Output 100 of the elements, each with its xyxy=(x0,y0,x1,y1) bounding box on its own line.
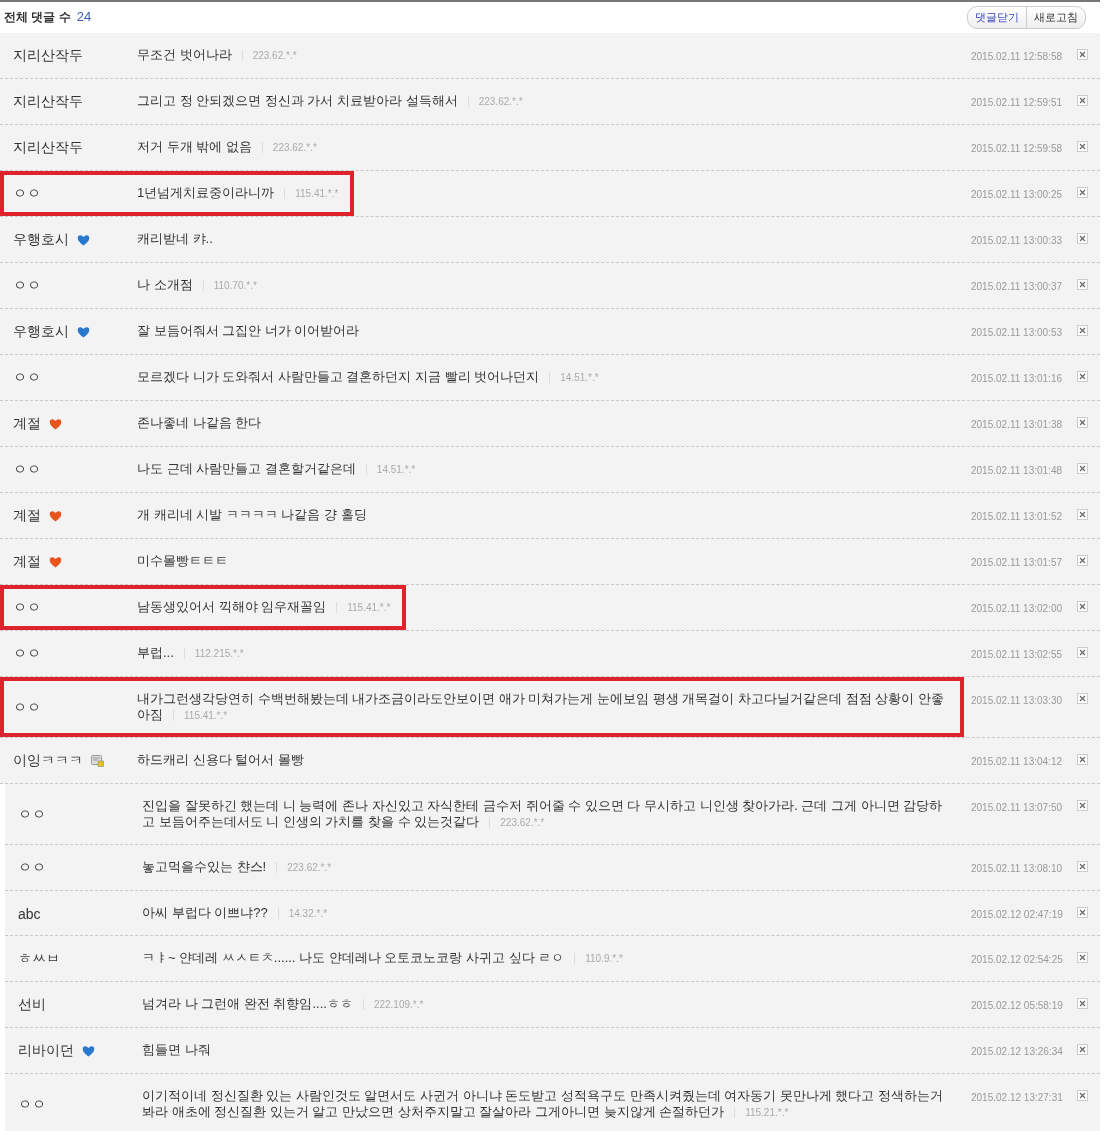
comment-date: 2015.02.11 13:07:50 xyxy=(971,801,1063,813)
comment-date: 2015.02.11 13:01:16 xyxy=(971,372,1063,384)
author-name: 계절 xyxy=(13,415,41,433)
comment-text: 내가그런생각당연히 수백번해봤는데 내가조금이라도안보이면 애가 미쳐가는게 눈에보임 평생 개목걸이 차고다닐거같은데 점점 상황이 안좋아짐 115.41.*.* xyxy=(137,691,945,724)
close-icon[interactable] xyxy=(1077,1044,1088,1055)
comment-date: 2015.02.11 13:08:10 xyxy=(971,862,1063,874)
author-name: 지리산작두 xyxy=(13,139,83,157)
ip-address: 223.62.*.* xyxy=(261,142,317,153)
ip-address: 115.21.*.* xyxy=(734,1107,789,1118)
close-icon[interactable] xyxy=(1077,417,1088,428)
close-icon[interactable] xyxy=(1077,95,1088,106)
ip-address: 223.62.*.* xyxy=(241,50,297,61)
comment-date: 2015.02.11 13:01:57 xyxy=(971,556,1063,568)
author-name: ㅎㅆㅂ xyxy=(18,950,60,968)
author-name: ㅇㅇ xyxy=(13,461,41,479)
close-icon[interactable] xyxy=(1077,693,1088,704)
note-icon xyxy=(91,755,104,767)
author-name: ㅇㅇ xyxy=(13,369,41,387)
comment-date: 2015.02.11 13:00:33 xyxy=(971,234,1063,246)
comment-date: 2015.02.11 12:59:58 xyxy=(971,142,1063,154)
comment-text: 아씨 부럽다 이쁘냐?? 14.32.*.* xyxy=(142,905,328,922)
author-name: 계절 xyxy=(13,507,41,525)
close-icon[interactable] xyxy=(1077,141,1088,152)
close-icon[interactable] xyxy=(1077,647,1088,658)
ip-address: 115.41.*.* xyxy=(336,602,391,613)
close-icon[interactable] xyxy=(1077,907,1088,918)
comment-date: 2015.02.11 12:58:58 xyxy=(971,50,1063,62)
author-name: ㅇㅇ xyxy=(18,1095,46,1114)
author-name: abc xyxy=(18,905,41,922)
comment-text: 개 캐리네 시발 ㅋㅋㅋㅋ 나같음 걍 홀딩 xyxy=(137,507,367,524)
comment-text: 존나좋네 나같음 한다 xyxy=(137,415,262,432)
comment-text: 그리고 정 안되겠으면 정신과 가서 치료받아라 설득해서 223.62.*.* xyxy=(137,93,523,110)
close-icon[interactable] xyxy=(1077,754,1088,765)
comment-text: 이기적이네 정신질환 있는 사람인것도 알면서도 사귄거 아니냐 돈도받고 성적욕구도 만족시켜줬는데 여자동기 못만나게 했다고 정색하는거봐라 애초에 정신질환 있는거 알고 만났으면 상처주지말고 잘살아라 그게아니면 늦지않게 손절하던가 115.21.*.* xyxy=(142,1088,944,1121)
ip-address: 110.9.*.* xyxy=(574,953,623,964)
comment-count: 24 xyxy=(76,9,92,24)
ip-address: 14.32.*.* xyxy=(277,908,328,919)
ip-address: 115.41.*.* xyxy=(284,188,339,199)
close-icon[interactable] xyxy=(1077,233,1088,244)
close-icon[interactable] xyxy=(1077,861,1088,872)
comment-text: 모르겠다 니가 도와줘서 사람만들고 결혼하던지 지금 빨리 벗어나던지 14.51.*.* xyxy=(137,369,599,386)
close-icon[interactable] xyxy=(1077,555,1088,566)
author-name: ㅇㅇ xyxy=(13,645,41,663)
author-name: 우행호시 xyxy=(13,323,69,341)
author-name: ㅇㅇ xyxy=(13,599,41,617)
author-name: 지리산작두 xyxy=(13,47,83,65)
comment-date: 2015.02.11 13:02:00 xyxy=(971,602,1063,614)
close-icon[interactable] xyxy=(1077,325,1088,336)
ip-address: 223.62.*.* xyxy=(276,862,332,873)
comment-text: 남동생있어서 끽해야 임우재꼴임 115.41.*.* xyxy=(137,599,391,616)
close-icon[interactable] xyxy=(1077,509,1088,520)
comment-text: 캐리받네 캬.. xyxy=(137,231,213,248)
comment-date: 2015.02.11 13:01:48 xyxy=(971,464,1063,476)
author-name: ㅇㅇ xyxy=(18,805,46,824)
header-button[interactable]: 새로고침 xyxy=(1026,7,1085,28)
comment-date: 2015.02.11 13:03:30 xyxy=(971,694,1063,706)
close-icon[interactable] xyxy=(1077,998,1088,1009)
comment-date: 2015.02.12 13:26:34 xyxy=(971,1045,1064,1057)
comment-text: 놓고먹을수있는 챤스! 223.62.*.* xyxy=(142,859,332,876)
comment-date: 2015.02.11 13:01:38 xyxy=(971,418,1063,430)
close-icon[interactable] xyxy=(1077,800,1088,811)
comment-date: 2015.02.11 13:02:55 xyxy=(971,648,1063,660)
ip-address: 112.215.*.* xyxy=(183,648,244,659)
ip-address: 14.51.*.* xyxy=(365,464,416,475)
comment-date: 2015.02.11 13:00:25 xyxy=(971,188,1063,200)
author-name: ㅇㅇ xyxy=(13,277,41,295)
comment-text: 진입을 잘못하긴 했는데 니 능력에 존나 자신있고 자식한테 금수저 쥐어줄 수 있으면 다 무시하고 니인생 찾아가라. 근데 그게 아니면 감당하고 보듬어주는데서도 니 인생의 가치를 찾을 수 있는것같다 223.62.*.* xyxy=(142,798,944,831)
comment-date: 2015.02.11 13:00:37 xyxy=(971,280,1063,292)
close-icon[interactable] xyxy=(1077,371,1088,382)
comment-date: 2015.02.12 02:54:25 xyxy=(971,953,1064,965)
close-icon[interactable] xyxy=(1077,187,1088,198)
close-icon[interactable] xyxy=(1077,49,1088,60)
ip-address: 223.62.*.* xyxy=(489,817,545,828)
comment-text: 저거 두개 밖에 없음 223.62.*.* xyxy=(137,139,317,156)
author-name: 리바이던 xyxy=(18,1042,74,1060)
ip-address: 115.41.*.* xyxy=(173,710,228,721)
comment-text: 잘 보듬어줘서 그집안 너가 이어받어라 xyxy=(137,323,360,340)
comment-text: 미수몰빵ㅌㅌㅌ xyxy=(137,553,228,570)
author-name: 선비 xyxy=(18,996,46,1014)
comment-text: 하드캐리 신용다 털어서 몰빵 xyxy=(137,752,304,769)
comment-date: 2015.02.11 13:04:12 xyxy=(971,755,1063,767)
comment-date: 2015.02.11 13:00:53 xyxy=(971,326,1063,338)
author-name: ㅇㅇ xyxy=(13,185,41,203)
close-icon[interactable] xyxy=(1077,952,1088,963)
ip-address: 14.51.*.* xyxy=(549,372,599,383)
header-button[interactable]: 댓글닫기 xyxy=(968,7,1026,28)
comment-date: 2015.02.12 13:27:31 xyxy=(971,1091,1064,1103)
comment-text: 넘겨라 나 그런애 완전 취향임....ㅎㅎ 222.109.*.* xyxy=(142,996,424,1013)
author-name: ㅇㅇ xyxy=(13,698,41,717)
author-name: ㅇㅇ xyxy=(18,859,46,877)
comment-date: 2015.02.11 12:59:51 xyxy=(971,96,1063,108)
close-icon[interactable] xyxy=(1077,463,1088,474)
close-icon[interactable] xyxy=(1077,601,1088,612)
comment-text: 부럽... 112.215.*.* xyxy=(137,645,244,662)
close-icon[interactable] xyxy=(1077,1090,1088,1101)
ip-address: 223.62.*.* xyxy=(467,96,523,107)
close-icon[interactable] xyxy=(1077,279,1088,290)
author-name: 우행호시 xyxy=(13,231,69,249)
comment-text: 힘들면 나줘 xyxy=(142,1042,211,1059)
comment-date: 2015.02.12 05:58:19 xyxy=(971,999,1064,1011)
